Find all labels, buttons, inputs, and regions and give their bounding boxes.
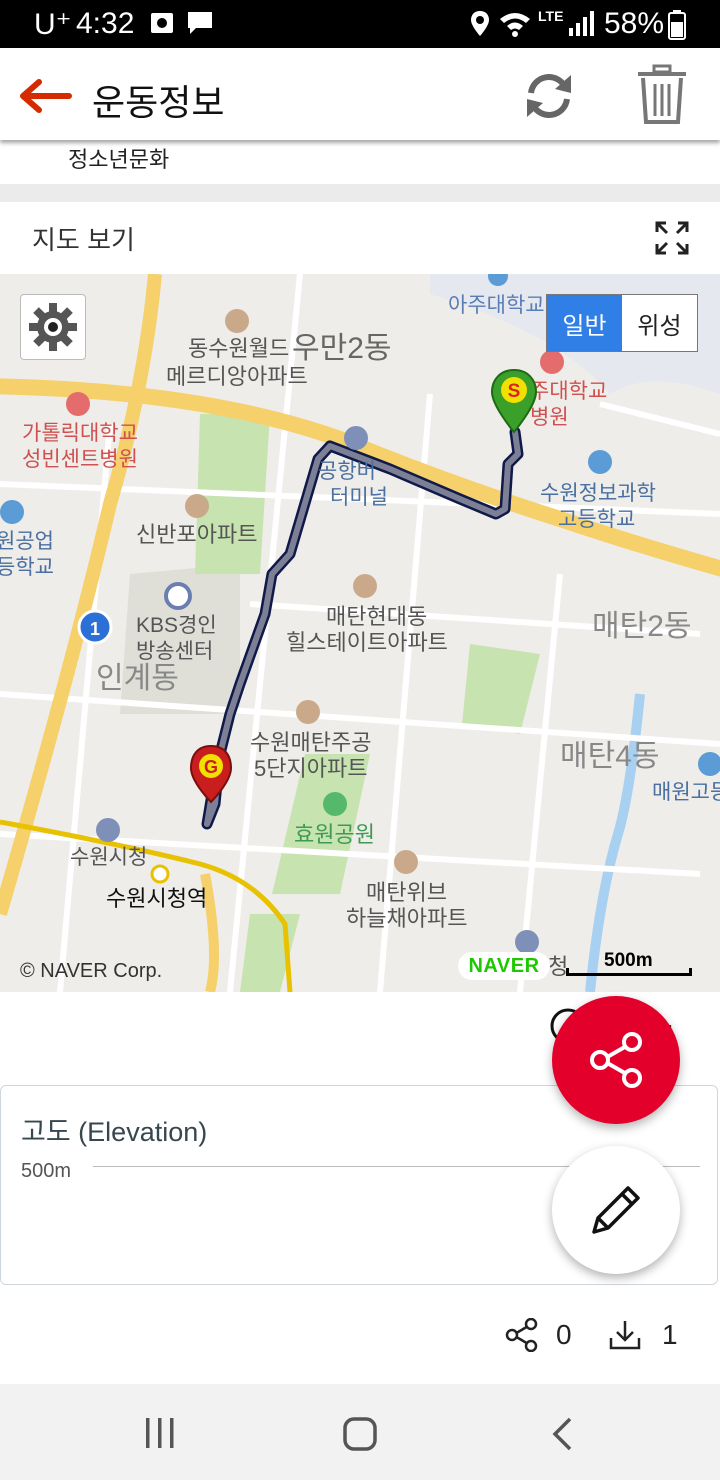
- expand-icon: [655, 221, 689, 255]
- label-woman2: 우만2동: [292, 332, 392, 365]
- gallery-notification-icon: [151, 13, 173, 33]
- fullscreen-button[interactable]: [650, 218, 694, 258]
- app-header: 운동정보: [0, 48, 720, 140]
- label-city-hall-station: 수원시청역: [106, 886, 207, 911]
- label-maetan-jugong2: 5단지아파트: [254, 756, 367, 781]
- status-time: 4:32: [76, 7, 135, 40]
- start-marker-label: S: [508, 381, 521, 402]
- status-bar: U⁺ 4:32 LTE 58%: [0, 0, 720, 48]
- map-canvas: 1 아주대학교 우만2동 동수원월드 메르디앙아파트 주대학교 병원 가톨릭대학…: [0, 274, 720, 992]
- battery-percent: 58%: [604, 7, 665, 40]
- label-ajou: 아주대학교: [448, 294, 545, 317]
- edit-fab[interactable]: [552, 1146, 680, 1274]
- label-kbs2: 방송센터: [136, 640, 213, 663]
- share-icon: [590, 1032, 642, 1088]
- label-suwon-info1: 수원정보과학: [540, 482, 656, 505]
- label-hyowon: 효원공원: [294, 822, 375, 847]
- label-hillstate: 힐스테이트아파트: [286, 630, 448, 655]
- label-city-hall: 수원시청: [70, 846, 147, 869]
- battery-icon: [668, 10, 686, 40]
- map-settings-button[interactable]: [20, 294, 86, 360]
- map-type-satellite[interactable]: 위성: [622, 295, 697, 351]
- label-maetan-wive1: 매탄위브: [366, 880, 447, 905]
- route-map[interactable]: 1 아주대학교 우만2동 동수원월드 메르디앙아파트 주대학교 병원 가톨릭대학…: [0, 274, 720, 992]
- label-maetan-hyundai: 매탄현대동: [326, 604, 427, 629]
- share-small-icon: [505, 1318, 538, 1352]
- delete-button[interactable]: [632, 62, 692, 128]
- label-ingye: 인계동: [96, 662, 179, 695]
- message-notification-icon: [188, 12, 212, 34]
- route-number-text: 1: [90, 619, 100, 639]
- share-count-value: 0: [556, 1319, 572, 1350]
- back-button[interactable]: [12, 72, 76, 120]
- label-ajou-hosp2: 병원: [530, 406, 569, 429]
- trash-icon: [638, 64, 686, 124]
- label-ajou-hosp1: 주대학교: [530, 380, 607, 403]
- location-icon: [471, 11, 489, 36]
- share-count[interactable]: 0: [504, 1318, 572, 1352]
- signal-icon: [569, 11, 594, 36]
- map-type-toggle: 일반 위성: [546, 294, 698, 352]
- label-airport2: 터미널: [330, 486, 388, 509]
- naver-logo: NAVER: [458, 952, 550, 980]
- label-catholic2: 성빈센트병원: [22, 448, 138, 471]
- section-divider: [0, 184, 720, 202]
- label-maetan-wive2: 하늘채아파트: [346, 906, 467, 931]
- map-type-normal[interactable]: 일반: [547, 295, 622, 351]
- refresh-icon: [527, 74, 571, 118]
- elevation-title: 고도 (Elevation): [21, 1117, 208, 1147]
- wifi-icon: [500, 13, 530, 37]
- label-catholic1: 가톨릭대학교: [22, 422, 138, 445]
- clipped-location-text: 정소년문화: [68, 147, 170, 172]
- download-icon: [609, 1321, 641, 1350]
- label-maetan-jugong1: 수원매탄주공: [250, 730, 371, 755]
- label-maewon: 매원고등: [652, 781, 720, 804]
- download-count[interactable]: 1: [608, 1318, 678, 1352]
- home-icon[interactable]: [342, 1416, 378, 1452]
- map-copyright: © NAVER Corp.: [20, 960, 163, 982]
- system-back-icon[interactable]: [550, 1416, 574, 1452]
- goal-marker-label: G: [204, 757, 218, 777]
- back-arrow-icon: [20, 79, 72, 113]
- download-count-value: 1: [662, 1319, 678, 1350]
- map-scale-bar: 500m: [566, 950, 692, 976]
- label-sinbanpo: 신반포아파트: [136, 522, 257, 547]
- label-maetan2: 매탄2동: [592, 610, 692, 643]
- label-suwon-info2: 고등학교: [558, 508, 635, 531]
- label-dongsuwon: 동수원월드: [188, 336, 289, 361]
- carrier-label: U⁺: [34, 8, 72, 41]
- pencil-icon: [592, 1186, 640, 1234]
- recent-apps-icon[interactable]: [144, 1416, 176, 1450]
- network-type: LTE: [538, 8, 564, 24]
- label-school1: 원공업: [0, 530, 54, 553]
- label-maetan4: 매탄4동: [560, 740, 660, 773]
- label-airport1: 공항버: [318, 460, 376, 483]
- system-nav-bar: [0, 1384, 720, 1480]
- page-title: 운동정보: [92, 82, 225, 123]
- label-kbs1: KBS경인: [136, 614, 217, 637]
- map-section-title: 지도 보기: [32, 225, 135, 255]
- refresh-button[interactable]: [516, 66, 582, 126]
- share-fab[interactable]: [552, 996, 680, 1124]
- subway-station-marker: [150, 864, 170, 884]
- label-meridian: 메르디앙아파트: [166, 364, 308, 389]
- gear-icon: [29, 303, 77, 351]
- label-school2: 등학교: [0, 556, 54, 579]
- map-scale-line: [566, 968, 692, 976]
- elevation-axis-label: 500m: [21, 1160, 72, 1182]
